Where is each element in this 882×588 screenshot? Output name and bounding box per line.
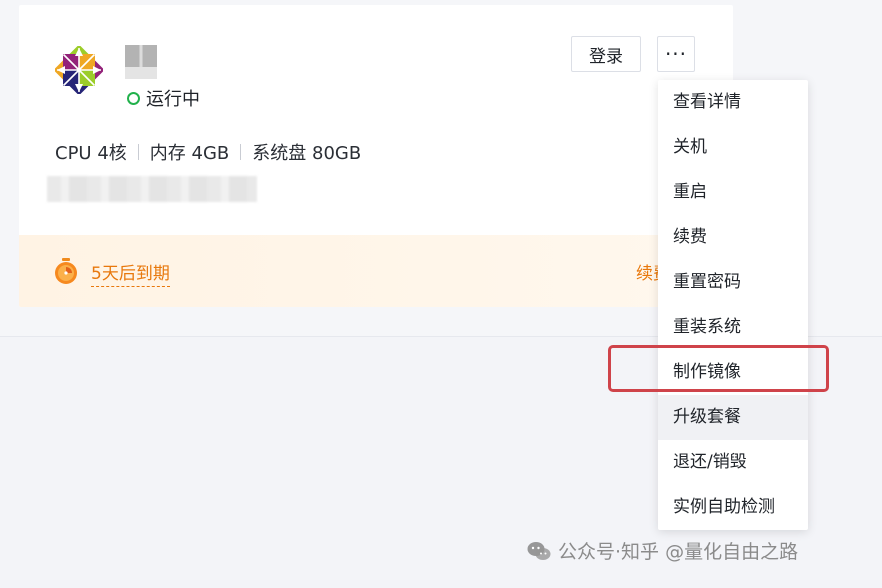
instance-specs: CPU 4核 内存 4GB 系统盘 80GB bbox=[55, 139, 361, 165]
more-actions-menu: 查看详情 关机 重启 续费 重置密码 重装系统 制作镜像 升级套餐 退还/销毁 … bbox=[658, 80, 808, 530]
menu-item-reset-password[interactable]: 重置密码 bbox=[658, 260, 808, 305]
expiry-countdown[interactable]: 5天后到期 bbox=[91, 259, 170, 287]
spec-divider bbox=[240, 144, 242, 160]
wechat-icon bbox=[527, 541, 551, 560]
watermark-text: 公众号·知乎 @量化自由之路 bbox=[558, 541, 799, 563]
spec-memory: 内存 4GB bbox=[149, 143, 230, 164]
spec-disk: 系统盘 80GB bbox=[252, 143, 362, 164]
menu-item-shutdown[interactable]: 关机 bbox=[658, 125, 808, 170]
menu-item-self-diagnosis[interactable]: 实例自助检测 bbox=[658, 485, 808, 530]
annotation-highlight-box bbox=[608, 345, 829, 392]
instance-name-redacted-tail bbox=[125, 67, 157, 79]
more-actions-button[interactable]: ··· bbox=[657, 36, 695, 72]
menu-item-view-details[interactable]: 查看详情 bbox=[658, 80, 808, 125]
status-indicator: 运行中 bbox=[127, 85, 200, 111]
timer-icon bbox=[55, 258, 77, 284]
menu-item-upgrade-plan[interactable]: 升级套餐 bbox=[658, 395, 808, 440]
more-icon: ··· bbox=[664, 42, 688, 66]
menu-item-reinstall-system[interactable]: 重装系统 bbox=[658, 305, 808, 350]
menu-item-return-destroy[interactable]: 退还/销毁 bbox=[658, 440, 808, 485]
spec-divider bbox=[137, 144, 139, 160]
expiry-bar: 5天后到期 续费 bbox=[19, 235, 733, 307]
watermark: 公众号·知乎 @量化自由之路 bbox=[527, 537, 798, 564]
running-status-icon bbox=[127, 91, 140, 105]
menu-item-renew[interactable]: 续费 bbox=[658, 215, 808, 260]
ip-address-redacted bbox=[47, 176, 257, 202]
menu-item-restart[interactable]: 重启 bbox=[658, 170, 808, 215]
spec-cpu: CPU 4核 bbox=[55, 143, 127, 164]
centos-logo-icon bbox=[55, 46, 103, 94]
instance-name-redacted bbox=[125, 45, 157, 67]
login-button[interactable]: 登录 bbox=[571, 36, 641, 72]
status-text: 运行中 bbox=[146, 89, 200, 110]
